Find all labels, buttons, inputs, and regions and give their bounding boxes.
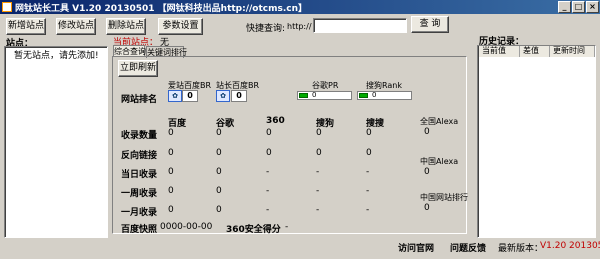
china-alexa-label: 中国Alexa — [420, 157, 459, 166]
china-rank-label: 中国网站排行 — [420, 193, 468, 202]
row-label-month: 一月收录 — [121, 208, 158, 218]
table-cell: 0 — [266, 128, 272, 138]
table-cell: - — [366, 167, 370, 177]
table-cell: 0 — [316, 148, 322, 158]
overview-panel — [112, 56, 467, 234]
google-pr-value: 0 — [312, 91, 317, 99]
china-alexa-value: 0 — [424, 167, 430, 177]
table-cell: - — [366, 205, 370, 215]
refresh-button[interactable]: 立即刷新 — [118, 60, 158, 77]
latest-version-value: V1.20 20130501 — [540, 241, 600, 251]
table-cell: 0 — [216, 128, 222, 138]
google-pr-label: 谷歌PR — [312, 81, 339, 90]
sogou-rank-label: 搜狗Rank — [366, 81, 402, 90]
safety-score-value: - — [285, 222, 289, 232]
query-button[interactable]: 查 询 — [411, 16, 449, 33]
window-title: 网钛站长工具 V1.20 20130501 【网钛科技出品http://otcm… — [15, 4, 308, 14]
table-cell: 0 — [266, 148, 272, 158]
chinaz-br-value: 0 — [231, 90, 247, 102]
table-cell: 0 — [216, 205, 222, 215]
feedback-link[interactable]: 问题反馈 — [450, 241, 486, 254]
aizhan-paw-icon: ✿ — [168, 90, 182, 102]
table-cell: - — [316, 205, 320, 215]
url-prefix: http:// — [287, 22, 312, 31]
history-col-diff[interactable]: 差值 — [520, 46, 550, 57]
quick-query-label: 快捷查询: — [246, 24, 286, 34]
history-list[interactable]: 当前值 差值 更新时间 — [477, 45, 596, 238]
table-cell: - — [266, 186, 270, 196]
table-cell: - — [266, 167, 270, 177]
table-cell: 0 — [366, 148, 372, 158]
table-cell: - — [316, 186, 320, 196]
table-cell: - — [366, 186, 370, 196]
google-pr-bar: 0 — [297, 91, 352, 100]
safety-score-label: 360安全得分 — [226, 225, 281, 235]
minimize-button[interactable]: _ — [558, 1, 571, 13]
baidu-snapshot-label: 百度快照 — [121, 225, 158, 235]
pr-green-icon — [299, 93, 308, 98]
delete-site-button[interactable]: 删除站点 — [106, 18, 146, 35]
app-icon — [2, 2, 12, 12]
chinaz-paw-icon: ✿ — [216, 90, 230, 102]
settings-button[interactable]: 参数设置 — [158, 18, 203, 35]
url-input[interactable] — [313, 18, 407, 33]
table-cell: 0 — [168, 148, 174, 158]
visit-site-link[interactable]: 访问官网 — [398, 241, 434, 254]
table-cell: 0 — [316, 128, 322, 138]
website-rank-label: 网站排名 — [121, 95, 158, 105]
col-360: 360 — [266, 116, 285, 126]
global-alexa-value: 0 — [424, 127, 430, 137]
maximize-button[interactable]: □ — [572, 1, 585, 13]
row-label-today: 当日收录 — [121, 170, 158, 180]
aizhan-br-value: 0 — [182, 90, 198, 102]
table-cell: 0 — [216, 148, 222, 158]
add-site-button[interactable]: 新增站点 — [6, 18, 46, 35]
table-cell: 0 — [366, 128, 372, 138]
sogou-green-icon — [359, 93, 368, 98]
site-list-item[interactable]: 暂无站点，请先添加! — [14, 48, 99, 61]
table-cell: 0 — [168, 186, 174, 196]
site-list[interactable]: 暂无站点，请先添加! — [4, 46, 108, 238]
latest-version-label: 最新版本： — [498, 244, 544, 254]
table-cell: - — [266, 205, 270, 215]
title-bar: 网钛站长工具 V1.20 20130501 【网钛科技出品http://otcm… — [0, 0, 600, 14]
table-cell: 0 — [216, 167, 222, 177]
sogou-rank-value: 0 — [372, 91, 377, 99]
baidu-snapshot-value: 0000-00-00 — [160, 222, 213, 232]
table-cell: 0 — [168, 128, 174, 138]
sogou-rank-bar: 0 — [357, 91, 412, 100]
history-col-current[interactable]: 当前值 — [479, 46, 520, 57]
close-button[interactable]: × — [586, 1, 599, 13]
row-label-week: 一周收录 — [121, 189, 158, 199]
row-label-indexed: 收录数量 — [121, 131, 158, 141]
china-rank-value: 0 — [424, 203, 430, 213]
table-cell: 0 — [216, 186, 222, 196]
table-cell: 0 — [168, 167, 174, 177]
table-cell: - — [316, 167, 320, 177]
row-label-backlinks: 反向链接 — [121, 151, 158, 161]
global-alexa-label: 全国Alexa — [420, 117, 459, 126]
history-col-updated[interactable]: 更新时间 — [550, 46, 595, 57]
table-cell: 0 — [168, 205, 174, 215]
edit-site-button[interactable]: 修改站点 — [56, 18, 96, 35]
